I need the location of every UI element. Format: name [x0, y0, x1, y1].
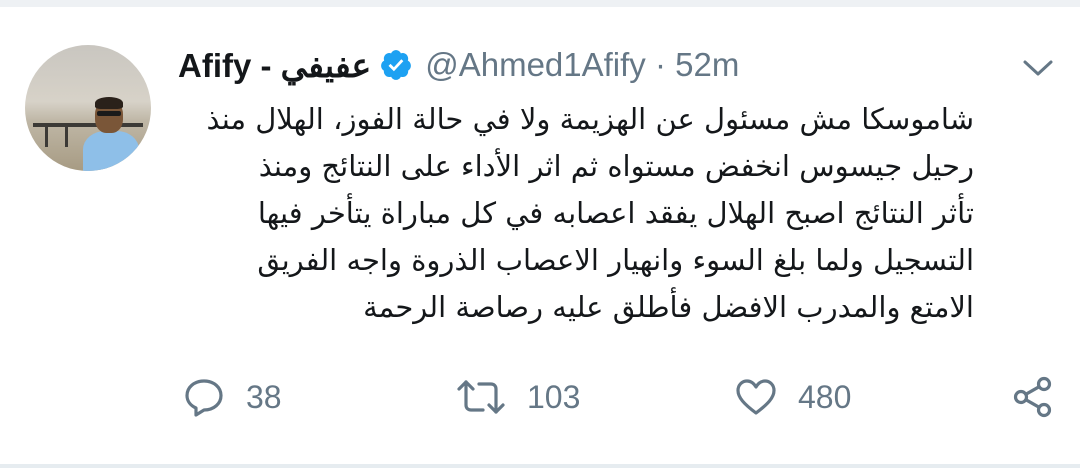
tweet-text-line: رحيل جيسوس انخفض مستواه ثم اثر الأداء عل… — [258, 149, 974, 183]
chevron-down-icon[interactable] — [1022, 58, 1054, 78]
like-count: 480 — [798, 378, 852, 415]
share-button[interactable] — [1010, 372, 1056, 422]
reply-count: 38 — [246, 378, 282, 415]
tweet-text-line: شاموسكا مش مسئول عن الهزيمة ولا في حالة … — [206, 102, 975, 136]
verified-badge-icon — [381, 50, 412, 80]
tweet-text-line: الامتع والمدرب الافضل فأطلق عليه رصاصة ا… — [363, 290, 974, 324]
bottom-divider — [0, 464, 1080, 468]
tweet-text-line: تأثر النتائج اصبح الهلال يفقد اعصابه في … — [257, 196, 974, 230]
tweet-text-line: التسجيل ولما بلغ السوء وانهيار الاعصاب ا… — [257, 243, 974, 277]
avatar-glasses — [97, 111, 121, 116]
retweet-count: 103 — [527, 378, 581, 415]
retweet-button[interactable]: 103 — [455, 372, 580, 422]
share-icon — [1013, 376, 1052, 418]
tweet-header: Afify - عفيفي @Ahmed1Afify · 52m — [178, 40, 739, 90]
handle-and-timestamp[interactable]: @Ahmed1Afify · 52m — [425, 46, 739, 84]
avatar[interactable] — [25, 45, 151, 171]
tweet-actions: 38 103 480 — [0, 372, 1080, 422]
display-name[interactable]: Afify - عفيفي — [178, 46, 371, 85]
avatar-torso — [83, 131, 139, 171]
heart-icon — [736, 379, 776, 415]
avatar-hair — [95, 97, 123, 109]
top-divider — [0, 0, 1080, 7]
avatar-railing-post — [45, 125, 48, 147]
reply-icon — [185, 379, 223, 417]
like-button[interactable]: 480 — [734, 372, 851, 422]
tweet-text: شاموسكا مش مسئول عن الهزيمة ولا في حالة … — [186, 96, 975, 331]
avatar-railing — [33, 123, 143, 127]
retweet-icon — [457, 380, 505, 414]
avatar-railing-post — [65, 125, 68, 147]
reply-button[interactable]: 38 — [182, 372, 282, 422]
